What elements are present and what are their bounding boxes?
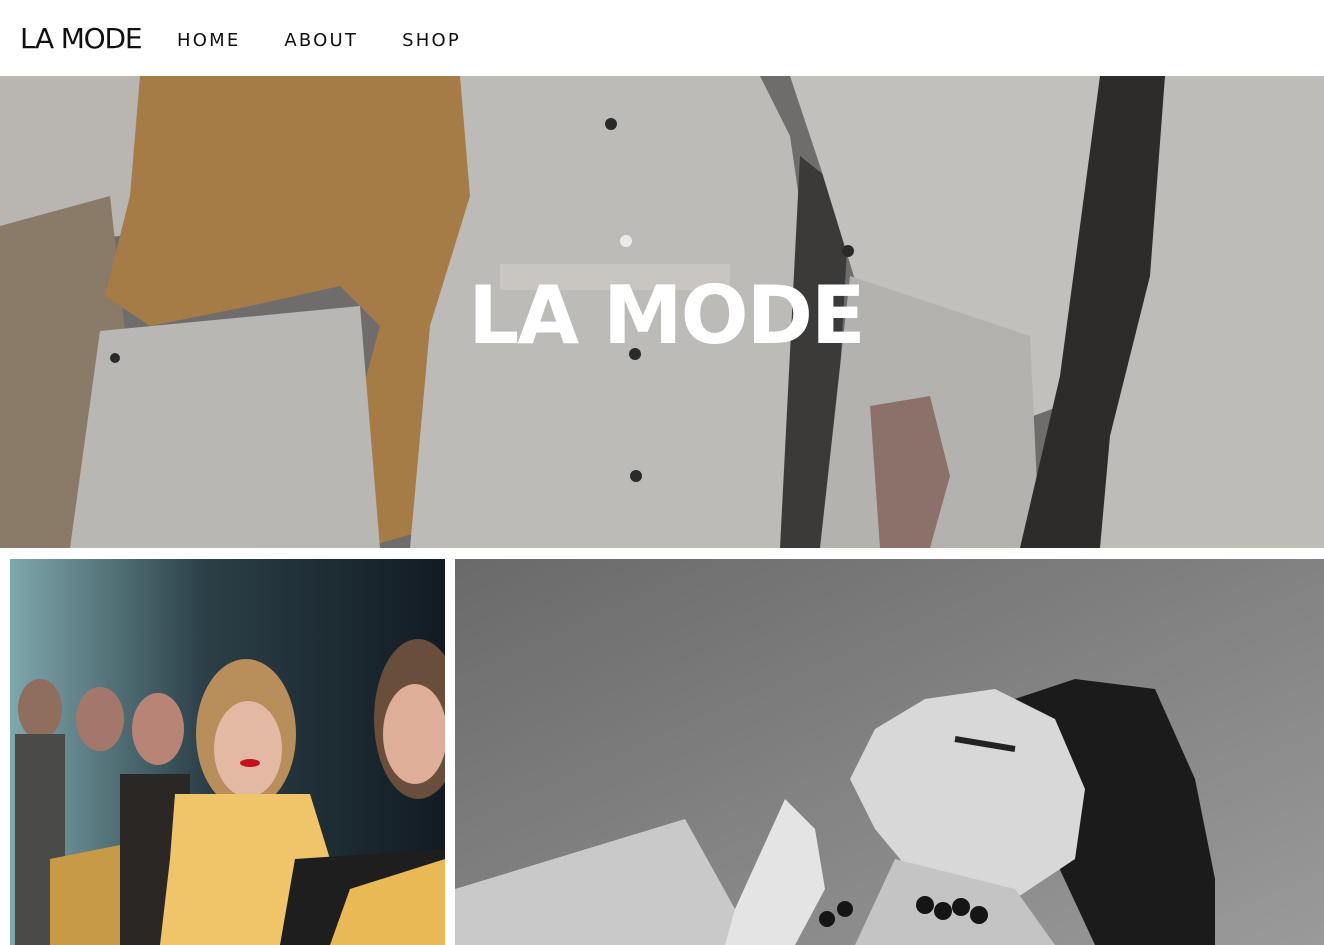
logo[interactable]: LA MODE (20, 22, 143, 55)
runway-image (10, 559, 445, 945)
portrait-photo[interactable] (455, 559, 1324, 945)
hero-banner: LA MODE (0, 76, 1324, 548)
hero-title: LA MODE (468, 268, 865, 362)
nav-about-link[interactable]: ABOUT (284, 30, 358, 51)
nav-home-link[interactable]: HOME (177, 30, 240, 51)
site-header: LA MODE HOME ABOUT SHOP (0, 0, 1324, 76)
nav-shop-link[interactable]: SHOP (402, 30, 461, 51)
runway-photo[interactable] (10, 559, 445, 945)
main-nav: HOME ABOUT SHOP (177, 30, 505, 51)
portrait-image (455, 559, 1324, 945)
